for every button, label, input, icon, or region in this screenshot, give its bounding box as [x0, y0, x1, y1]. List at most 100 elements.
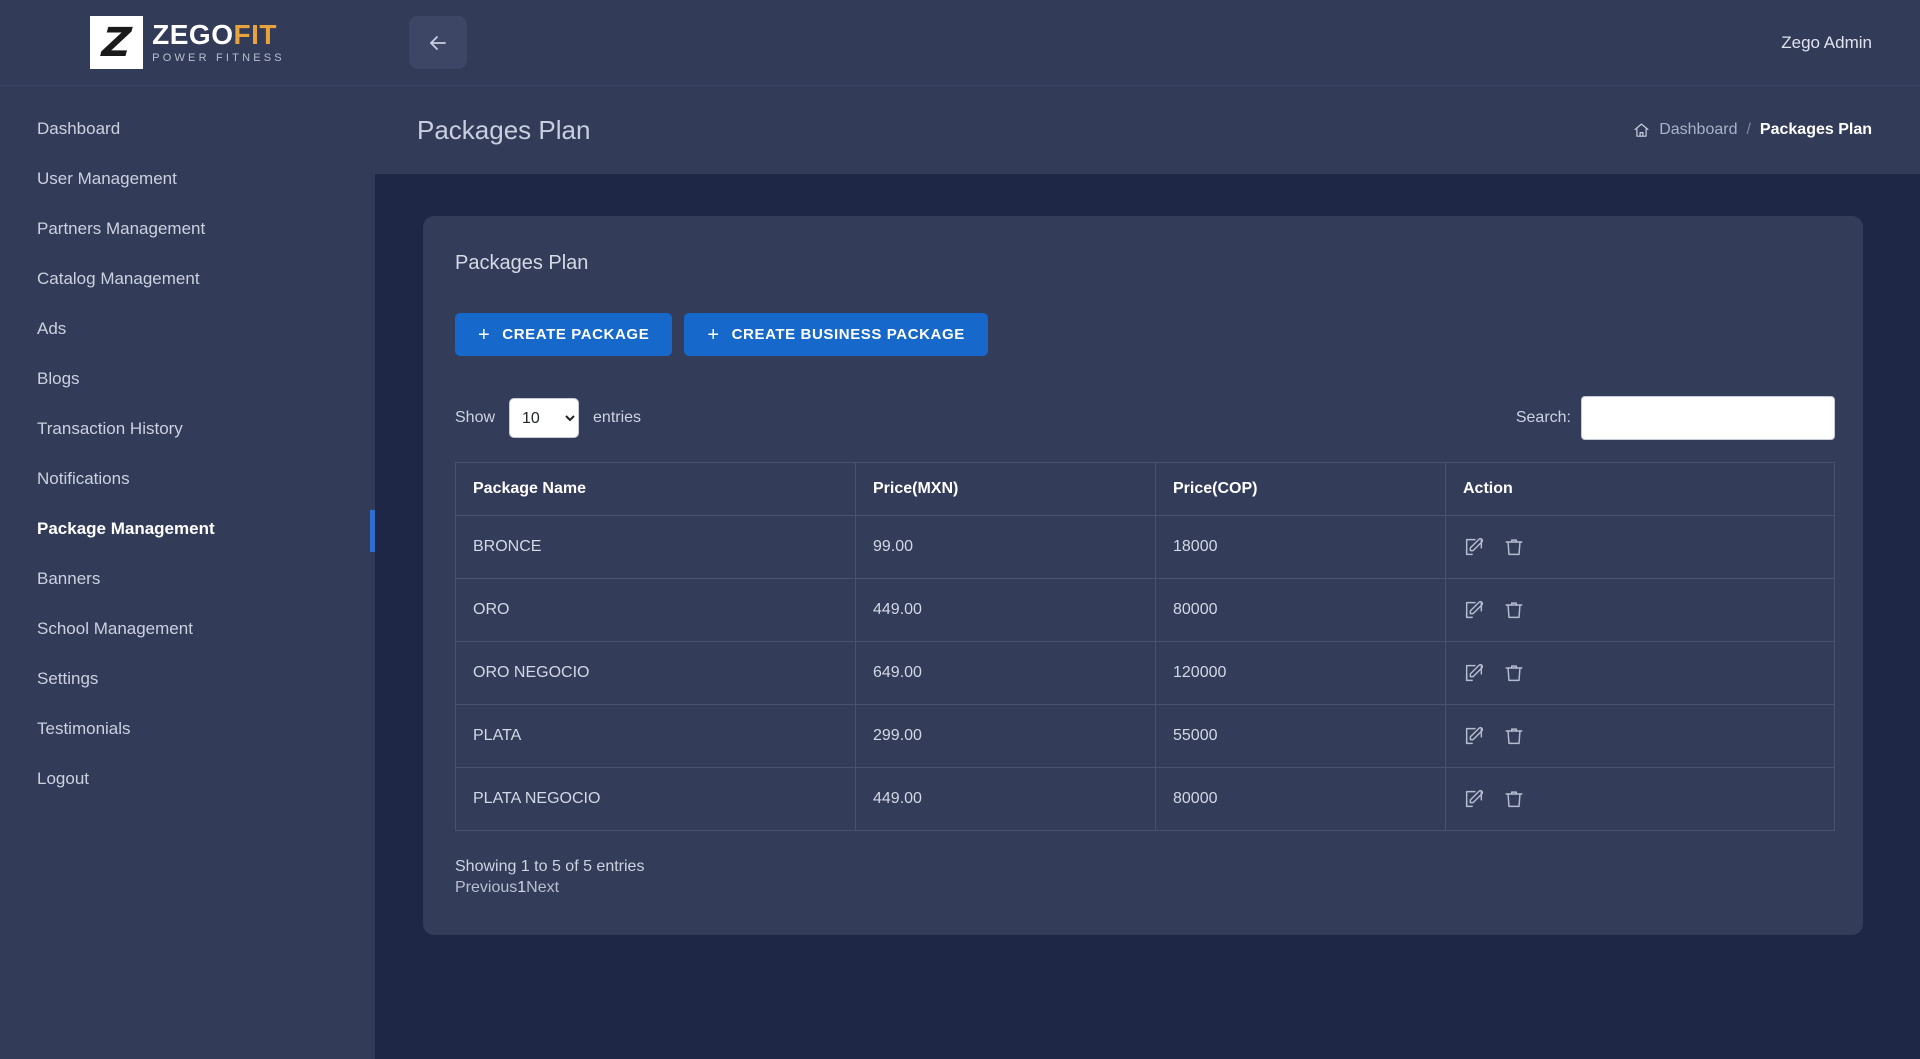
cell-price-cop: 55000 [1156, 705, 1446, 768]
create-business-package-button[interactable]: + CREATE BUSINESS PACKAGE [684, 313, 988, 356]
sidebar-item-blogs[interactable]: Blogs [0, 354, 375, 404]
show-entries-control: Show 10 25 50 100 entries [455, 398, 641, 438]
cell-package-name: ORO NEGOCIO [456, 642, 856, 705]
edit-row-button[interactable] [1463, 788, 1485, 810]
table-footer: Showing 1 to 5 of 5 entries Previous1Nex… [455, 857, 1835, 899]
edit-icon [1463, 599, 1485, 621]
card-title: Packages Plan [455, 252, 1835, 275]
edit-row-button[interactable] [1463, 599, 1485, 621]
table-row: BRONCE 99.00 18000 [456, 516, 1835, 579]
breadcrumb: Dashboard / Packages Plan [1633, 121, 1872, 139]
cell-actions [1446, 642, 1835, 705]
sidebar-item-catalog-management[interactable]: Catalog Management [0, 254, 375, 304]
edit-icon [1463, 536, 1485, 558]
arrow-left-icon [426, 31, 450, 55]
logo-name-accent: FIT [234, 19, 278, 50]
sidebar-item-logout[interactable]: Logout [0, 754, 375, 804]
cell-price-mxn: 449.00 [856, 579, 1156, 642]
delete-row-button[interactable] [1503, 599, 1525, 621]
cell-package-name: ORO [456, 579, 856, 642]
column-header-action[interactable]: Action [1446, 463, 1835, 516]
show-label: Show [455, 409, 495, 427]
sidebar-item-transaction-history[interactable]: Transaction History [0, 404, 375, 454]
edit-row-button[interactable] [1463, 536, 1485, 558]
pagination-page-1[interactable]: 1 [517, 879, 526, 896]
cell-price-mxn: 449.00 [856, 768, 1156, 831]
search-label: Search: [1516, 409, 1571, 427]
edit-row-button[interactable] [1463, 662, 1485, 684]
table-header-row: Package Name Price(MXN) Price(COP) Actio… [456, 463, 1835, 516]
admin-user-label[interactable]: Zego Admin [1781, 33, 1872, 53]
logo-mark-letter: Z [101, 23, 133, 63]
cell-price-cop: 120000 [1156, 642, 1446, 705]
brand-logo[interactable]: Z ZEGOFIT POWER FITNESS [0, 0, 375, 86]
breadcrumb-current: Packages Plan [1760, 121, 1872, 139]
cell-package-name: PLATA [456, 705, 856, 768]
cell-actions [1446, 768, 1835, 831]
sidebar-item-school-management[interactable]: School Management [0, 604, 375, 654]
cell-price-mxn: 649.00 [856, 642, 1156, 705]
delete-row-button[interactable] [1503, 788, 1525, 810]
sidebar-item-package-management[interactable]: Package Management [0, 504, 375, 554]
table-row: ORO 449.00 80000 [456, 579, 1835, 642]
delete-icon [1503, 599, 1525, 621]
edit-icon [1463, 725, 1485, 747]
table-body: BRONCE 99.00 18000 [456, 516, 1835, 831]
create-package-button[interactable]: + CREATE PACKAGE [455, 313, 672, 356]
cell-actions [1446, 516, 1835, 579]
table-row: PLATA 299.00 55000 [456, 705, 1835, 768]
sidebar-item-testimonials[interactable]: Testimonials [0, 704, 375, 754]
logo-tagline: POWER FITNESS [152, 53, 285, 64]
sidebar-item-banners[interactable]: Banners [0, 554, 375, 604]
sidebar-item-dashboard[interactable]: Dashboard [0, 104, 375, 154]
home-icon[interactable] [1633, 122, 1650, 139]
cell-price-cop: 80000 [1156, 768, 1446, 831]
pagination: Previous1Next [455, 878, 1835, 899]
table-head: Package Name Price(MXN) Price(COP) Actio… [456, 463, 1835, 516]
sidebar-item-settings[interactable]: Settings [0, 654, 375, 704]
sidebar-item-user-management[interactable]: User Management [0, 154, 375, 204]
table-row: ORO NEGOCIO 649.00 120000 [456, 642, 1835, 705]
cell-price-mxn: 99.00 [856, 516, 1156, 579]
search-input[interactable] [1581, 396, 1835, 440]
edit-row-button[interactable] [1463, 725, 1485, 747]
edit-icon [1463, 662, 1485, 684]
plus-icon: + [478, 325, 490, 345]
main-area: Zego Admin Packages Plan Dashboard / Pac… [375, 0, 1920, 1059]
delete-icon [1503, 788, 1525, 810]
delete-row-button[interactable] [1503, 662, 1525, 684]
delete-row-button[interactable] [1503, 725, 1525, 747]
sidebar-item-partners-management[interactable]: Partners Management [0, 204, 375, 254]
sidebar-item-ads[interactable]: Ads [0, 304, 375, 354]
logo-name-primary: ZEGO [152, 19, 233, 50]
entries-label: entries [593, 409, 641, 427]
cell-price-mxn: 299.00 [856, 705, 1156, 768]
delete-icon [1503, 725, 1525, 747]
app-root: Z ZEGOFIT POWER FITNESS Dashboard User M… [0, 0, 1920, 1059]
sidebar: Z ZEGOFIT POWER FITNESS Dashboard User M… [0, 0, 375, 1059]
plus-icon: + [707, 325, 719, 345]
delete-icon [1503, 662, 1525, 684]
column-header-package-name[interactable]: Package Name [456, 463, 856, 516]
card-action-buttons: + CREATE PACKAGE + CREATE BUSINESS PACKA… [455, 313, 1835, 356]
breadcrumb-dashboard[interactable]: Dashboard [1659, 121, 1737, 139]
delete-icon [1503, 536, 1525, 558]
pagination-next[interactable]: Next [526, 879, 559, 896]
sidebar-nav: Dashboard User Management Partners Manag… [0, 86, 375, 804]
create-business-package-label: CREATE BUSINESS PACKAGE [732, 326, 965, 343]
content-area: Packages Plan + CREATE PACKAGE + CREATE … [375, 174, 1920, 1059]
topbar: Zego Admin [375, 0, 1920, 86]
column-header-price-mxn[interactable]: Price(MXN) [856, 463, 1156, 516]
cell-price-cop: 80000 [1156, 579, 1446, 642]
page-size-select[interactable]: 10 25 50 100 [509, 398, 579, 438]
search-control: Search: [1516, 396, 1835, 440]
pagination-previous[interactable]: Previous [455, 879, 517, 896]
cell-price-cop: 18000 [1156, 516, 1446, 579]
cell-actions [1446, 579, 1835, 642]
breadcrumb-separator: / [1746, 121, 1750, 139]
column-header-price-cop[interactable]: Price(COP) [1156, 463, 1446, 516]
back-button[interactable] [409, 16, 467, 69]
table-controls: Show 10 25 50 100 entries Search: [455, 396, 1835, 440]
delete-row-button[interactable] [1503, 536, 1525, 558]
sidebar-item-notifications[interactable]: Notifications [0, 454, 375, 504]
